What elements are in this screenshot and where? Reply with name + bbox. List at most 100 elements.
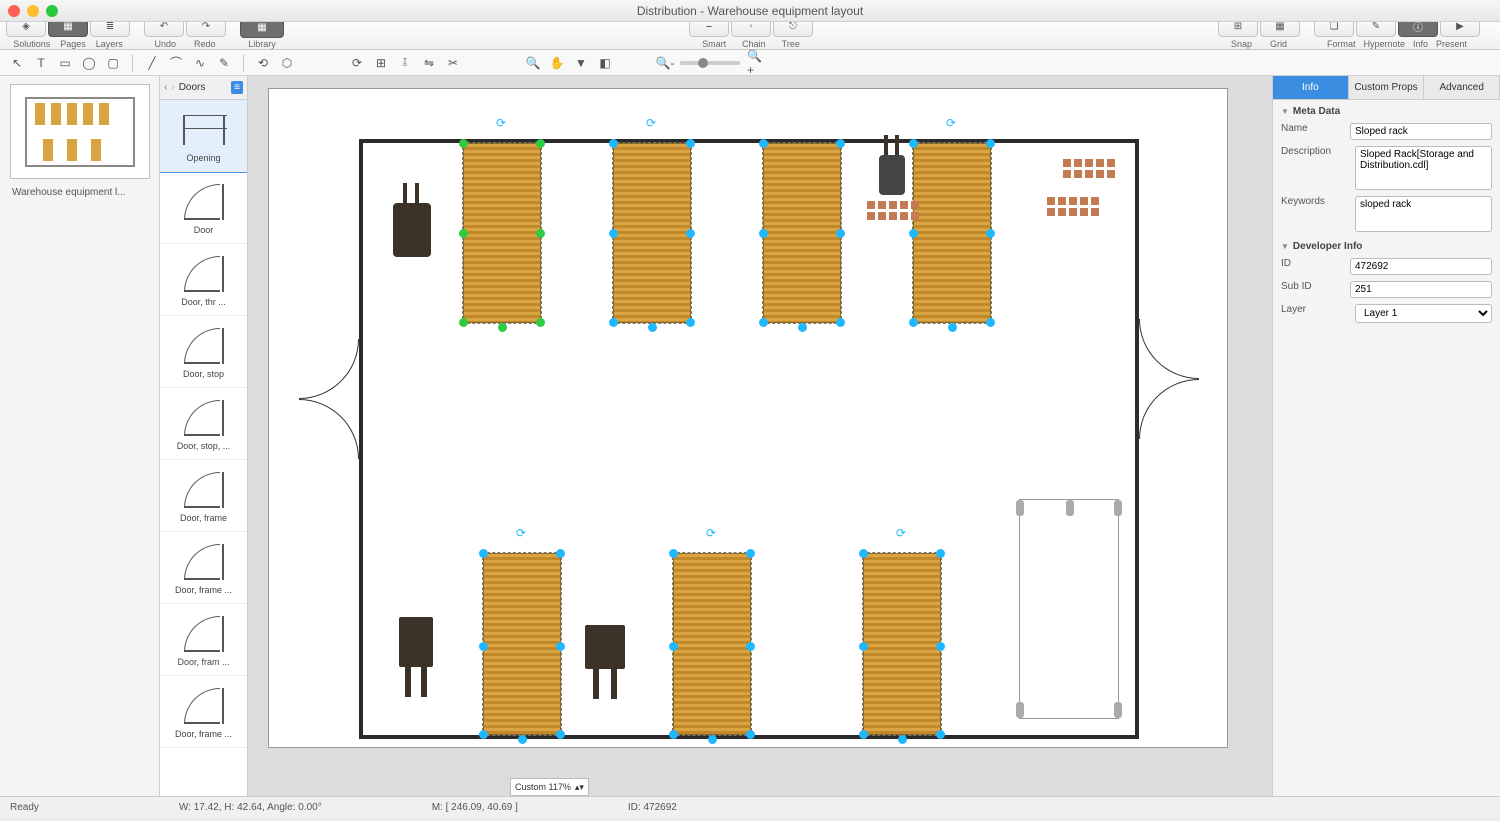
pallets-3[interactable] — [1047, 197, 1099, 216]
layer-select[interactable]: Layer 1 — [1355, 304, 1492, 323]
desc-label: Description — [1281, 146, 1349, 157]
zoom-out-icon[interactable]: 🔍- — [656, 54, 674, 72]
undo-label: Undo — [154, 39, 176, 49]
hand-pallet-2[interactable] — [585, 625, 625, 669]
main-toolbar: ◈ ▦ ≣ Solutions Pages Layers ↶ ↷ Undo Re… — [0, 22, 1500, 50]
arc-tool-icon[interactable]: ⌒ — [167, 54, 185, 72]
rack-top-4[interactable]: ⟳ — [913, 143, 991, 323]
tab-advanced[interactable]: Advanced — [1424, 76, 1500, 99]
rack-bot-2[interactable]: ⟳ — [673, 553, 751, 735]
shape-door-frame2[interactable]: Door, frame ... — [160, 532, 247, 604]
main-area: Warehouse equipment l... ‹ › Doors ≡ Ope… — [0, 76, 1500, 796]
shape-door-frame[interactable]: Door, frame — [160, 460, 247, 532]
rack-top-3[interactable] — [763, 143, 841, 323]
library-label: Library — [248, 39, 276, 49]
zoom-slider[interactable] — [680, 61, 740, 65]
spline-tool-icon[interactable]: ∿ — [191, 54, 209, 72]
rotate-handle-icon[interactable]: ⟳ — [896, 526, 908, 538]
rack-bot-1[interactable]: ⟳ — [483, 553, 561, 735]
shapes-list[interactable]: Opening Door Door, thr ... Door, stop Do… — [160, 100, 247, 796]
room-outline[interactable]: ⟳ ⟳ — [359, 139, 1139, 739]
status-dims: W: 17.42, H: 42.64, Angle: 0.00° — [179, 802, 322, 813]
rack-top-1[interactable]: ⟳ — [463, 143, 541, 323]
distribute-tool-icon[interactable]: ⫱ — [396, 54, 414, 72]
shape-opening[interactable]: Opening — [160, 100, 247, 172]
rotate-tool-icon[interactable]: ⟳ — [348, 54, 366, 72]
hand-pallet-1[interactable] — [399, 617, 433, 667]
snap-label: Snap — [1231, 39, 1252, 49]
line-tool-icon[interactable]: ╱ — [143, 54, 161, 72]
layers-label: Layers — [96, 39, 123, 49]
page-thumbnail[interactable] — [10, 84, 150, 179]
rect-tool-icon[interactable]: ▭ — [56, 54, 74, 72]
tab-info[interactable]: Info — [1273, 76, 1349, 99]
shapes-category: Doors — [179, 82, 227, 93]
shape-door-stop[interactable]: Door, stop — [160, 316, 247, 388]
unlink-tool-icon[interactable]: ✂ — [444, 54, 462, 72]
pallets-2[interactable] — [1063, 159, 1115, 178]
info-tabs: Info Custom Props Advanced — [1273, 76, 1500, 100]
shapes-header: ‹ › Doors ≡ — [160, 76, 247, 100]
rotate-handle-icon[interactable]: ⟳ — [646, 116, 658, 128]
present-label: Present — [1436, 39, 1467, 49]
info-panel: Info Custom Props Advanced ▼Meta Data Na… — [1272, 76, 1500, 796]
pen-tool-icon[interactable]: ✎ — [215, 54, 233, 72]
canvas[interactable]: ⟳ ⟳ — [268, 88, 1228, 748]
canvas-area[interactable]: ⟳ ⟳ — [248, 76, 1272, 796]
shape-door[interactable]: Door — [160, 172, 247, 244]
status-id: ID: 472692 — [628, 802, 677, 813]
nav-fwd-icon[interactable]: › — [171, 82, 174, 93]
rotate-handle-icon[interactable]: ⟳ — [516, 526, 528, 538]
stamp-tool-icon[interactable]: ▼ — [572, 54, 590, 72]
rounded-tool-icon[interactable]: ▢ — [104, 54, 122, 72]
rack-bot-3[interactable]: ⟳ — [863, 553, 941, 735]
door-right-top[interactable] — [1139, 319, 1199, 379]
name-field[interactable] — [1350, 123, 1492, 140]
connector-tool-icon[interactable]: ⟲ — [254, 54, 272, 72]
flip-tool-icon[interactable]: ⇋ — [420, 54, 438, 72]
door-left-bot[interactable] — [299, 399, 359, 459]
shape-door-frame4[interactable]: Door, frame ... — [160, 676, 247, 748]
shape-tool-icon[interactable]: ⬡ — [278, 54, 296, 72]
page-label: Warehouse equipment l... — [8, 187, 151, 198]
name-label: Name — [1281, 123, 1344, 134]
id-field[interactable] — [1350, 258, 1492, 275]
rotate-handle-icon[interactable]: ⟳ — [496, 116, 508, 128]
door-left-top[interactable] — [299, 339, 359, 399]
zoom-in-icon[interactable]: 🔍+ — [746, 54, 764, 72]
rotate-handle-icon[interactable]: ⟳ — [706, 526, 718, 538]
ellipse-tool-icon[interactable]: ◯ — [80, 54, 98, 72]
shape-door-frame3[interactable]: Door, fram ... — [160, 604, 247, 676]
subid-field[interactable] — [1350, 281, 1492, 298]
zoom-fit-icon[interactable]: 🔍 — [524, 54, 542, 72]
door-right-bot[interactable] — [1139, 379, 1199, 439]
forklift[interactable] — [393, 203, 431, 257]
zoom-select[interactable]: Custom 117%▴▾ — [510, 778, 589, 796]
tab-custom-props[interactable]: Custom Props — [1349, 76, 1425, 99]
shape-door-thr[interactable]: Door, thr ... — [160, 244, 247, 316]
conveyor[interactable] — [1019, 499, 1119, 719]
nav-back-icon[interactable]: ‹ — [164, 82, 167, 93]
description-field[interactable]: Sloped Rack[Storage and Distribution.cdl… — [1355, 146, 1492, 190]
rack-top-2[interactable]: ⟳ — [613, 143, 691, 323]
callout-tool-icon[interactable]: ◧ — [596, 54, 614, 72]
text-tool-icon[interactable]: T — [32, 54, 50, 72]
pointer-tool-icon[interactable]: ↖ — [8, 54, 26, 72]
grid-label: Grid — [1270, 39, 1287, 49]
keywords-field[interactable]: sloped rack — [1355, 196, 1492, 232]
align-tool-icon[interactable]: ⊞ — [372, 54, 390, 72]
section-metadata[interactable]: ▼Meta Data — [1273, 100, 1500, 120]
section-developer[interactable]: ▼Developer Info — [1273, 235, 1500, 255]
status-bar: Ready W: 17.42, H: 42.64, Angle: 0.00° M… — [0, 796, 1500, 818]
tree-label: Tree — [782, 39, 800, 49]
format-label: Format — [1327, 39, 1356, 49]
separator — [132, 54, 133, 72]
lift-truck[interactable] — [879, 155, 905, 195]
pan-tool-icon[interactable]: ✋ — [548, 54, 566, 72]
pages-label: Pages — [60, 39, 86, 49]
shapes-menu-icon[interactable]: ≡ — [231, 81, 243, 94]
rotate-handle-icon[interactable]: ⟳ — [946, 116, 958, 128]
shape-door-stop2[interactable]: Door, stop, ... — [160, 388, 247, 460]
pallets-1[interactable] — [867, 201, 919, 220]
info-label: Info — [1413, 39, 1428, 49]
